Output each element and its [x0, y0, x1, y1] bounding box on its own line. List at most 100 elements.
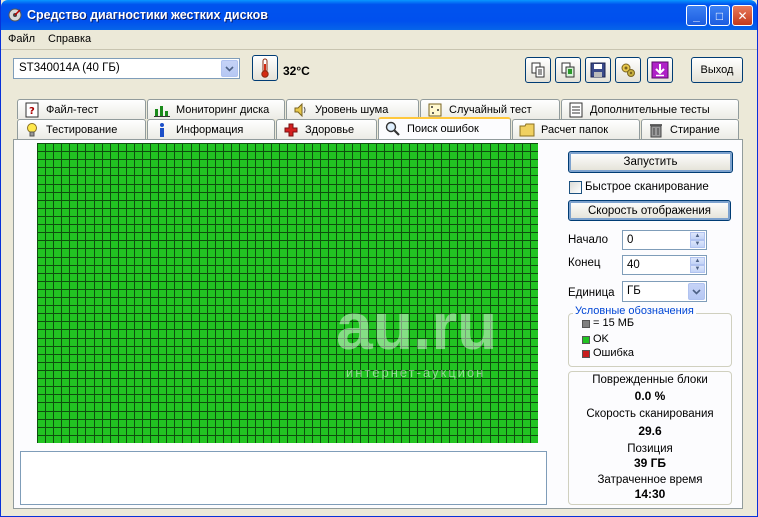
- random-icon: [427, 102, 443, 118]
- quick-scan-checkbox[interactable]: [569, 181, 582, 194]
- save-icon: [590, 62, 606, 78]
- tab-label: Здоровье: [305, 123, 355, 136]
- elapsed-time-value: 14:30: [634, 487, 666, 501]
- download-button[interactable]: [647, 57, 673, 83]
- tab-testing[interactable]: Тестирование: [17, 119, 146, 139]
- scan-speed-label: Скорость сканирования: [586, 408, 714, 420]
- magnifier-icon: [385, 121, 401, 137]
- window-title: Средство диагностики жестких дисков: [27, 8, 268, 22]
- spin-down-icon[interactable]: ▼: [690, 265, 705, 273]
- tab-file-test[interactable]: ? Файл-тест: [17, 99, 146, 119]
- unit-label: Единица: [568, 287, 615, 299]
- legend-swatch-error: [582, 350, 590, 358]
- tab-disk-monitoring[interactable]: Мониторинг диска: [147, 99, 285, 119]
- tab-label: Случайный тест: [449, 103, 532, 116]
- minimize-icon: _: [693, 8, 700, 23]
- spin-up-icon[interactable]: ▲: [690, 257, 705, 265]
- app-window: Средство диагностики жестких дисков _ □ …: [0, 0, 758, 517]
- display-speed-label: Скорость отображения: [587, 204, 711, 217]
- position-label: Позиция: [627, 443, 673, 455]
- tab-erase[interactable]: Стирание: [641, 119, 739, 139]
- legend-ok-label: OK: [593, 333, 609, 345]
- copy-report-button[interactable]: [555, 57, 581, 83]
- start-button-label: Запустить: [623, 156, 678, 168]
- tab-random-test[interactable]: Случайный тест: [420, 99, 560, 119]
- position-value: 39 ГБ: [633, 456, 667, 470]
- exit-button-label: Выход: [700, 64, 734, 76]
- doc-icon: [568, 102, 584, 118]
- minimize-button[interactable]: _: [686, 5, 707, 26]
- info-icon: [154, 122, 170, 138]
- trash-icon: [648, 122, 664, 138]
- spin-down-icon[interactable]: ▼: [690, 240, 705, 248]
- end-spinner[interactable]: 40 ▲ ▼: [622, 255, 707, 275]
- thermometer-icon: [261, 58, 269, 78]
- block-map: [37, 143, 538, 443]
- damaged-blocks-value: 0.0 %: [634, 389, 666, 403]
- settings-button[interactable]: [615, 57, 641, 83]
- unit-value: ГБ: [627, 285, 641, 297]
- chart-icon: [154, 102, 170, 118]
- temperature-button[interactable]: [252, 55, 278, 81]
- folder-icon: [519, 122, 535, 138]
- drive-select-value: ST340014A (40 ГБ): [19, 62, 120, 74]
- menu-bar: Файл Справка: [1, 30, 757, 50]
- tab-label: Уровень шума: [315, 103, 389, 116]
- tab-label: Тестирование: [46, 123, 118, 136]
- close-icon: ✕: [737, 8, 748, 23]
- tab-folder-calc[interactable]: Расчет папок: [512, 119, 640, 139]
- menu-help[interactable]: Справка: [48, 33, 91, 45]
- tab-label: Дополнительные тесты: [590, 103, 710, 116]
- end-value: 40: [627, 259, 640, 271]
- health-cross-icon: [283, 122, 299, 138]
- bulb-icon: [24, 122, 40, 138]
- tab-label: Стирание: [670, 123, 720, 136]
- maximize-button[interactable]: □: [709, 5, 730, 26]
- close-button[interactable]: ✕: [732, 5, 753, 26]
- start-value: 0: [627, 234, 634, 246]
- tab-additional-tests[interactable]: Дополнительные тесты: [561, 99, 739, 119]
- copy-button[interactable]: [525, 57, 551, 83]
- start-button[interactable]: Запустить: [568, 151, 733, 173]
- tab-noise-level[interactable]: Уровень шума: [286, 99, 419, 119]
- watermark-subtext: интернет-аукцион: [346, 365, 486, 380]
- quick-scan-label: Быстрое сканирование: [585, 181, 709, 193]
- temperature-value: 32°C: [283, 64, 310, 78]
- chevron-down-icon: [692, 288, 701, 295]
- drive-dropdown-button[interactable]: [221, 60, 238, 77]
- damaged-blocks-label: Поврежденные блоки: [592, 374, 708, 386]
- menu-file[interactable]: Файл: [8, 33, 35, 45]
- save-button[interactable]: [585, 57, 611, 83]
- tab-label: Мониторинг диска: [176, 103, 270, 116]
- tab-health[interactable]: Здоровье: [276, 119, 377, 139]
- log-box: [20, 451, 547, 505]
- unit-dropdown-button[interactable]: [688, 283, 705, 300]
- spin-up-icon[interactable]: ▲: [690, 232, 705, 240]
- legend-swatch-block: [582, 320, 590, 328]
- copy-report-icon: [561, 62, 575, 78]
- legend-title: Условные обозначения: [573, 305, 696, 317]
- tab-information[interactable]: Информация: [147, 119, 275, 139]
- display-speed-button[interactable]: Скорость отображения: [568, 200, 731, 221]
- legend-error-label: Ошибка: [593, 347, 634, 359]
- start-spinner[interactable]: 0 ▲ ▼: [622, 230, 707, 250]
- exit-button[interactable]: Выход: [691, 57, 743, 83]
- down-arrow-icon: [651, 61, 669, 79]
- tab-error-scan[interactable]: Поиск ошибок: [378, 117, 511, 139]
- maximize-icon: □: [715, 8, 724, 23]
- end-label: Конец: [568, 257, 601, 269]
- start-label: Начало: [568, 234, 609, 246]
- legend-block-label: = 15 МБ: [593, 317, 635, 329]
- svg-text:?: ?: [29, 106, 35, 117]
- tab-label: Файл-тест: [46, 103, 99, 116]
- drive-select[interactable]: ST340014A (40 ГБ): [13, 58, 240, 79]
- toolbar: ST340014A (40 ГБ) 32°C Выход: [1, 51, 757, 91]
- settings-icon: [621, 63, 635, 77]
- tab-label: Поиск ошибок: [407, 123, 479, 135]
- copy-icon: [531, 62, 545, 78]
- tab-label: Расчет папок: [541, 123, 609, 136]
- unit-select[interactable]: ГБ: [622, 281, 707, 302]
- scan-speed-value: 29.6: [638, 424, 662, 438]
- chevron-down-icon: [225, 65, 234, 72]
- app-icon: [8, 8, 22, 22]
